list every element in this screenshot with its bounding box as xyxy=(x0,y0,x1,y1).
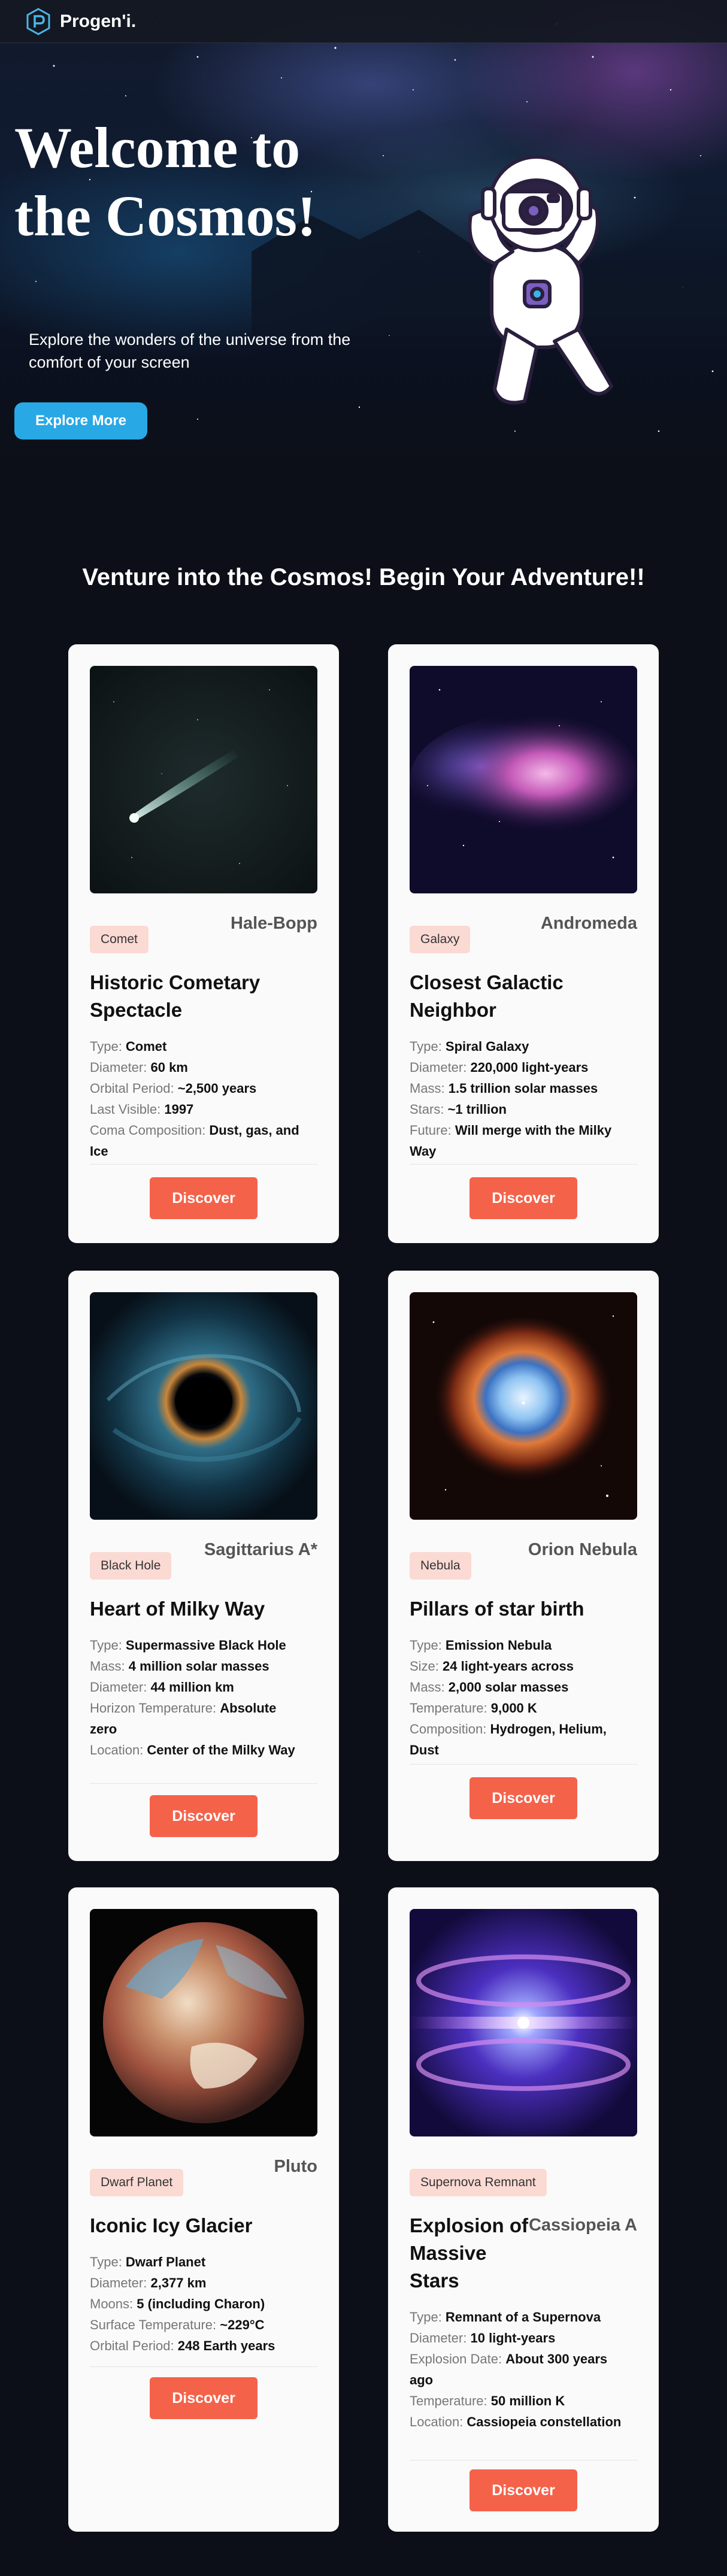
detail-row: Moons: 5 (including Charon) xyxy=(90,2296,265,2311)
card-title: Iconic Icy Glacier xyxy=(90,2214,253,2236)
detail-row: Future: Will merge with the Milky Way xyxy=(410,1123,612,1159)
card-divider xyxy=(90,1783,317,1784)
card-image-supernova xyxy=(410,1909,637,2136)
card-details: Type: Remnant of a Supernova Diameter: 1… xyxy=(410,2307,625,2432)
discover-button[interactable]: Discover xyxy=(469,2469,577,2511)
section-title: Venture into the Cosmos! Begin Your Adve… xyxy=(82,564,645,590)
hero-title: Welcome to the Cosmos! xyxy=(14,116,316,248)
detail-row: Horizon Temperature: Absolute zero xyxy=(90,1701,277,1736)
card-divider xyxy=(410,1164,637,1165)
card-details: Type: Spiral Galaxy Diameter: 220,000 li… xyxy=(410,1036,625,1162)
card-pluto: Pluto Dwarf Planet Iconic Icy Glacier Ty… xyxy=(68,1887,339,2532)
detail-row: Surface Temperature: ~229°C xyxy=(90,2317,265,2332)
detail-row: Type: Remnant of a Supernova xyxy=(410,2310,601,2325)
hero-subtitle: Explore the wonders of the universe from… xyxy=(29,331,351,371)
detail-row: Stars: ~1 trillion xyxy=(410,1102,507,1117)
card-image-dwarf-planet xyxy=(90,1909,317,2136)
detail-row: Type: Supermassive Black Hole xyxy=(90,1638,286,1653)
detail-row: Temperature: 50 million K xyxy=(410,2393,565,2408)
explore-more-button[interactable]: Explore More xyxy=(14,402,147,440)
card-image-comet xyxy=(90,666,317,893)
card-category-badge: Black Hole xyxy=(90,1552,172,1580)
detail-row: Composition: Hydrogen, Helium, Dust xyxy=(410,1722,607,1757)
card-object-name: Cassiopeia A xyxy=(528,2216,637,2235)
detail-row: Orbital Period: ~2,500 years xyxy=(90,1081,257,1096)
card-title: Closest Galactic Neighbor xyxy=(410,971,564,1021)
card-hale-bopp: Hale-Bopp Comet Historic Cometary Specta… xyxy=(68,644,339,1243)
brand-name[interactable]: Progen'i. xyxy=(60,11,136,32)
hexagon-p-logo-icon[interactable] xyxy=(24,7,53,36)
hero-section: Welcome to the Cosmos! Explore the wonde… xyxy=(0,0,727,473)
card-divider xyxy=(90,1164,317,1165)
card-category-badge: Supernova Remnant xyxy=(410,2169,547,2196)
card-image-black-hole xyxy=(90,1292,317,1520)
detail-row: Coma Composition: Dust, gas, and Ice xyxy=(90,1123,299,1159)
detail-row: Diameter: 220,000 light-years xyxy=(410,1060,589,1075)
card-cassiopeia-a: Cassiopeia A Supernova Remnant Explosion… xyxy=(388,1887,659,2532)
card-title: Historic Cometary Spectacle xyxy=(90,971,260,1021)
card-title: Pillars of star birth xyxy=(410,1598,584,1620)
detail-row: Temperature: 9,000 K xyxy=(410,1701,537,1716)
detail-row: Mass: 1.5 trillion solar masses xyxy=(410,1081,598,1096)
detail-row: Mass: 2,000 solar masses xyxy=(410,1680,569,1695)
detail-row: Type: Spiral Galaxy xyxy=(410,1039,529,1054)
card-divider xyxy=(410,1764,637,1765)
card-details: Type: Supermassive Black Hole Mass: 4 mi… xyxy=(90,1635,305,1760)
card-details: Type: Dwarf Planet Diameter: 2,377 km Mo… xyxy=(90,2251,305,2356)
card-details: Type: Emission Nebula Size: 24 light-yea… xyxy=(410,1635,625,1760)
detail-row: Location: Cassiopeia constellation xyxy=(410,2414,622,2429)
card-orion-nebula: Orion Nebula Nebula Pillars of star birt… xyxy=(388,1271,659,1861)
detail-row: Orbital Period: 248 Earth years xyxy=(90,2338,275,2353)
card-title: Explosion of Massive Stars xyxy=(410,2214,528,2292)
discover-button[interactable]: Discover xyxy=(469,1177,577,1219)
card-andromeda: Andromeda Galaxy Closest Galactic Neighb… xyxy=(388,644,659,1243)
astronaut-camera-illustration xyxy=(468,155,613,405)
card-category-badge: Nebula xyxy=(410,1552,471,1580)
detail-row: Diameter: 44 million km xyxy=(90,1680,234,1695)
detail-row: Diameter: 2,377 km xyxy=(90,2275,207,2290)
discover-button[interactable]: Discover xyxy=(150,1177,258,1219)
card-image-nebula xyxy=(410,1292,637,1520)
card-object-name: Hale-Bopp xyxy=(231,914,317,933)
card-details: Type: Comet Diameter: 60 km Orbital Peri… xyxy=(90,1036,305,1162)
detail-row: Size: 24 light-years across xyxy=(410,1659,574,1674)
card-category-badge: Dwarf Planet xyxy=(90,2169,184,2196)
card-category-badge: Comet xyxy=(90,926,149,953)
card-category-badge: Galaxy xyxy=(410,926,471,953)
detail-row: Type: Dwarf Planet xyxy=(90,2254,206,2269)
detail-row: Diameter: 60 km xyxy=(90,1060,188,1075)
detail-row: Diameter: 10 light-years xyxy=(410,2330,556,2345)
card-object-name: Andromeda xyxy=(540,914,637,933)
detail-row: Location: Center of the Milky Way xyxy=(90,1742,295,1757)
card-image-galaxy xyxy=(410,666,637,893)
discover-button[interactable]: Discover xyxy=(150,1795,258,1837)
top-navigation: Progen'i. xyxy=(0,0,727,43)
detail-row: Type: Emission Nebula xyxy=(410,1638,552,1653)
card-title: Heart of Milky Way xyxy=(90,1598,265,1620)
card-object-name: Pluto xyxy=(274,2157,318,2176)
detail-row: Last Visible: 1997 xyxy=(90,1102,194,1117)
discover-button[interactable]: Discover xyxy=(469,1777,577,1819)
card-divider xyxy=(90,2366,317,2367)
card-sagittarius-a: Sagittarius A* Black Hole Heart of Milky… xyxy=(68,1271,339,1861)
detail-row: Explosion Date: About 300 years ago xyxy=(410,2351,608,2387)
detail-row: Mass: 4 million solar masses xyxy=(90,1659,269,1674)
card-object-name: Orion Nebula xyxy=(528,1540,637,1559)
card-object-name: Sagittarius A* xyxy=(204,1540,317,1559)
discover-button[interactable]: Discover xyxy=(150,2377,258,2419)
detail-row: Type: Comet xyxy=(90,1039,167,1054)
